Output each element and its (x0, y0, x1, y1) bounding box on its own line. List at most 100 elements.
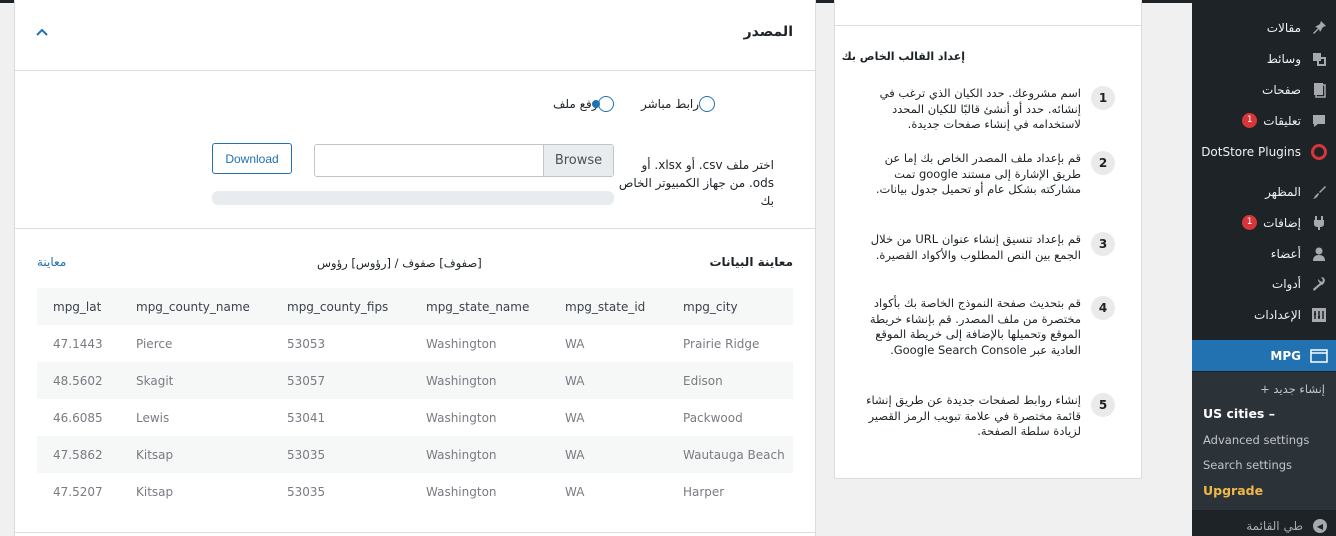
table-cell: 47.5207 (53, 484, 103, 499)
preview-table: mpg_lat mpg_county_name mpg_county_fips … (37, 288, 793, 510)
table-cell: 46.6085 (53, 410, 103, 425)
table-row: 46.6085 Lewis 53041 Washington WA Packwo… (37, 399, 793, 436)
table-cell: 53057 (271, 362, 410, 399)
step-number: 1 (1091, 86, 1115, 110)
step-text: اسم مشروعك. حدد الكيان الذي ترغب في إنشا… (879, 86, 1081, 131)
table-cell: 48.5602 (37, 362, 120, 399)
submenu-advanced-settings[interactable]: Advanced settings (1192, 433, 1336, 447)
radio-direct-circle[interactable] (699, 96, 716, 112)
sidebar-item-comments[interactable]: تعليقات 1 (1192, 105, 1336, 136)
sidebar-item-label: المظهر (1265, 184, 1301, 199)
sidebar-item-label: صفحات (1262, 82, 1301, 97)
table-cell: Skagit (120, 362, 271, 399)
radio-direct-link[interactable]: رابط مباشر (641, 94, 716, 114)
setup-step: 5 إنشاء روابط لصفحات جديدة عن طريق إنشاء… (855, 393, 1115, 440)
table-row: 47.5862 Kitsap 53035 Washington WA Wauta… (37, 436, 793, 473)
sidebar-item-plugins[interactable]: إضافات 1 (1192, 207, 1336, 238)
table-cell: Washington (426, 410, 497, 425)
panel-bottom-divider (15, 532, 815, 533)
mpg-submenu: إنشاء جديد + US cities – Advanced settin… (1192, 372, 1336, 510)
table-row: 48.5602 Skagit 53057 Washington WA Ediso… (37, 362, 793, 399)
table-header: mpg_state_name (410, 288, 549, 325)
download-button[interactable]: Download (212, 143, 292, 174)
sidebar-item-dotstore[interactable]: DotStore Plugins (1192, 136, 1336, 167)
table-cell: Washington (426, 336, 497, 351)
collapse-label: طي القائمة (1246, 519, 1303, 533)
submenu-search-settings[interactable]: Search settings (1192, 458, 1336, 472)
source-title: المصدر (743, 24, 793, 40)
table-header: mpg_city (667, 288, 793, 325)
collapse-menu-button[interactable]: ◀ طي القائمة (1192, 516, 1336, 536)
table-cell: WA (565, 410, 585, 425)
table-header: mpg_county_fips (271, 288, 410, 325)
comment-icon (1309, 111, 1329, 131)
step-number: 2 (1091, 151, 1115, 175)
info-title: إعداد القالب الخاص بك (841, 50, 965, 63)
radio-direct-label: رابط مباشر (641, 97, 700, 111)
radio-upload-circle[interactable] (591, 96, 614, 112)
mpg-icon (1309, 346, 1329, 366)
preview-title: معاينة البيانات (709, 255, 793, 269)
admin-sidebar: مقالات وسائط صفحات تعليقات 1 DotStore Pl… (1185, 0, 1336, 536)
radio-upload-file[interactable]: رفع ملف (553, 94, 614, 114)
sidebar-item-mpg[interactable]: MPG (1185, 340, 1336, 371)
preview-link[interactable]: معاينة (37, 255, 66, 269)
table-cell: WA (565, 336, 585, 351)
sidebar-item-settings[interactable]: الإعدادات (1192, 299, 1336, 330)
browse-button[interactable]: Browse (543, 145, 613, 176)
sidebar-item-label: مقالات (1266, 20, 1301, 35)
table-cell: 47.1443 (53, 336, 103, 351)
sidebar-item-tools[interactable]: أدوات (1192, 268, 1336, 299)
step-number: 4 (1091, 296, 1115, 320)
chevron-up-icon[interactable] (35, 26, 51, 42)
setup-step: 4 قم بتحديث صفحة النموذج الخاصة بك بأكوا… (855, 296, 1115, 358)
table-header: mpg_state_id (549, 288, 667, 325)
submenu-us-cities[interactable]: US cities – (1192, 406, 1336, 421)
file-help-text: اختر ملف csv. أو xlsx. أو ods. من جهاز ا… (618, 158, 774, 208)
sidebar-item-users[interactable]: أعضاء (1192, 238, 1336, 269)
submenu-upgrade[interactable]: Upgrade (1192, 483, 1336, 498)
plugin-icon (1309, 213, 1329, 233)
table-cell: Harper (683, 484, 725, 499)
source-panel: المصدر رابط مباشر رفع ملف Download Brows… (14, 0, 816, 536)
file-input[interactable]: Browse (314, 144, 614, 177)
media-icon (1309, 49, 1329, 69)
settings-icon (1309, 305, 1329, 325)
sidebar-item-media[interactable]: وسائط (1192, 43, 1336, 74)
table-row: 47.5207 Kitsap 53035 Washington WA Harpe… (37, 473, 793, 510)
sidebar-item-label: الإعدادات (1254, 307, 1301, 322)
sidebar-item-label: أعضاء (1270, 246, 1301, 261)
table-row: 47.1443 Pierce 53053 Washington WA Prair… (37, 325, 793, 362)
table-cell: WA (549, 362, 667, 399)
sidebar-item-posts[interactable]: مقالات (1192, 12, 1336, 43)
submenu-add-new[interactable]: إنشاء جديد + (1192, 382, 1336, 396)
preview-options: [صفوف] صفوف / [رؤوس] رؤوس (317, 256, 482, 270)
table-cell: Washington (426, 484, 497, 499)
table-cell: 53041 (287, 410, 326, 425)
user-icon (1309, 244, 1329, 264)
table-cell: Washington (410, 436, 549, 473)
sidebar-item-label: تعليقات (1263, 113, 1301, 128)
step-number: 3 (1091, 232, 1115, 256)
sidebar-item-label: MPG (1270, 348, 1301, 363)
template-setup-panel: إعداد القالب الخاص بك 1 اسم مشروعك. حدد … (834, 0, 1142, 479)
step-text: قم بإعداد تنسيق إنشاء عنوان URL من خلال … (870, 232, 1081, 262)
wrench-icon (1309, 274, 1329, 294)
table-cell: Packwood (683, 410, 743, 425)
table-cell: Kitsap (120, 436, 271, 473)
table-cell: Wautauga Beach (667, 436, 793, 473)
section-divider (15, 228, 815, 229)
upload-progress-bar (212, 191, 614, 205)
source-header: المصدر (15, 0, 815, 71)
sidebar-item-pages[interactable]: صفحات (1192, 74, 1336, 105)
step-number: 5 (1091, 393, 1115, 417)
table-cell: Kitsap (136, 484, 174, 499)
table-cell: Lewis (136, 410, 170, 425)
table-header: mpg_lat (37, 288, 120, 325)
sidebar-item-label: إضافات (1263, 215, 1301, 230)
step-text: قم بتحديث صفحة النموذج الخاصة بك بأكواد … (869, 296, 1081, 357)
pages-icon (1309, 80, 1329, 100)
step-text: إنشاء روابط لصفحات جديدة عن طريق إنشاء ق… (866, 393, 1081, 438)
sidebar-item-appearance[interactable]: المظهر (1192, 176, 1336, 207)
table-header: mpg_county_name (120, 288, 271, 325)
